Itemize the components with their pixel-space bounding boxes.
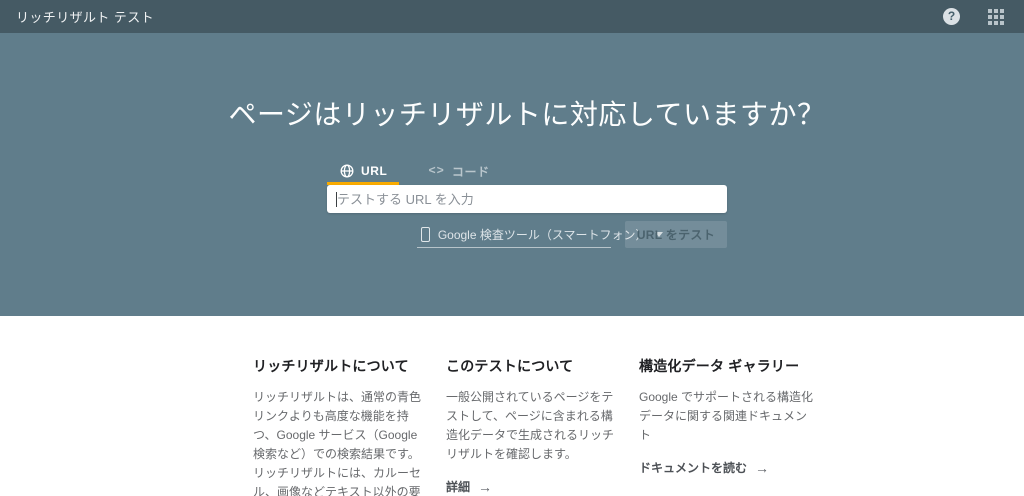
input-mode-tabs: URL <> コード	[327, 160, 727, 185]
info-col-about-rich-results: リッチリザルトについて リッチリザルトは、通常の青色リンクよりも高度な機能を持つ…	[253, 356, 431, 496]
tab-code-label: コード	[451, 164, 490, 179]
arrow-right-icon: →	[755, 459, 770, 476]
crawler-select-value: Google 検査ツール（スマートフォン）	[437, 227, 648, 242]
help-icon[interactable]: ?	[943, 8, 960, 25]
globe-icon	[340, 164, 354, 178]
info-section: リッチリザルトについて リッチリザルトは、通常の青色リンクよりも高度な機能を持つ…	[0, 316, 1024, 496]
arrow-right-icon: →	[478, 478, 493, 495]
test-form: URL <> コード Google 検査ツール（スマートフォン）	[327, 160, 727, 248]
code-icon: <>	[428, 164, 445, 178]
read-docs-link-label: ドキュメントを読む	[639, 461, 748, 475]
rich-results-test-page: リッチリザルト テスト ? ページはリッチリザルトに対応していますか？ URL …	[0, 0, 1024, 496]
info-columns: リッチリザルトについて リッチリザルトは、通常の青色リンクよりも高度な機能を持つ…	[253, 356, 817, 496]
smartphone-icon	[420, 226, 430, 242]
apps-grid-icon[interactable]	[988, 8, 1004, 25]
tab-code[interactable]: <> コード	[415, 160, 501, 185]
tab-url[interactable]: URL	[327, 160, 400, 185]
app-bar: リッチリザルト テスト ?	[0, 0, 1024, 33]
app-title: リッチリザルト テスト	[16, 10, 155, 25]
info-col-title: 構造化データ ギャラリー	[639, 358, 800, 374]
url-input[interactable]	[327, 185, 727, 213]
test-url-button[interactable]: URL をテスト	[624, 221, 727, 248]
hero-section: ページはリッチリザルトに対応していますか？ URL <> コード テストする U…	[0, 33, 1024, 316]
info-col-title: リッチリザルトについて	[253, 358, 409, 374]
info-col-about-test: このテストについて 一般公開されているページをテストして、ページに含まれる構造化…	[446, 356, 624, 496]
info-col-body: 一般公開されているページをテストして、ページに含まれる構造化データで生成されるリ…	[446, 390, 615, 461]
tab-url-label: URL	[361, 164, 388, 178]
info-col-body: リッチリザルトは、通常の青色リンクよりも高度な機能を持つ、Google サービス…	[253, 390, 422, 496]
text-caret	[336, 192, 337, 207]
url-input-wrap	[327, 185, 727, 213]
test-controls: Google 検査ツール（スマートフォン） URL をテスト	[327, 221, 727, 248]
learn-more-link-label: 詳細	[446, 480, 471, 494]
info-col-title: このテストについて	[446, 358, 574, 374]
info-col-gallery: 構造化データ ギャラリー Google でサポートされる構造化データに関する関連…	[639, 356, 817, 496]
read-docs-link[interactable]: ドキュメントを読む →	[639, 459, 769, 476]
learn-more-link[interactable]: 詳細 →	[446, 478, 492, 495]
info-col-body: Google でサポートされる構造化データに関する関連ドキュメント	[639, 390, 814, 442]
page-title: ページはリッチリザルトに対応していますか？	[228, 99, 826, 130]
crawler-select[interactable]: Google 検査ツール（スマートフォン）	[416, 222, 664, 248]
